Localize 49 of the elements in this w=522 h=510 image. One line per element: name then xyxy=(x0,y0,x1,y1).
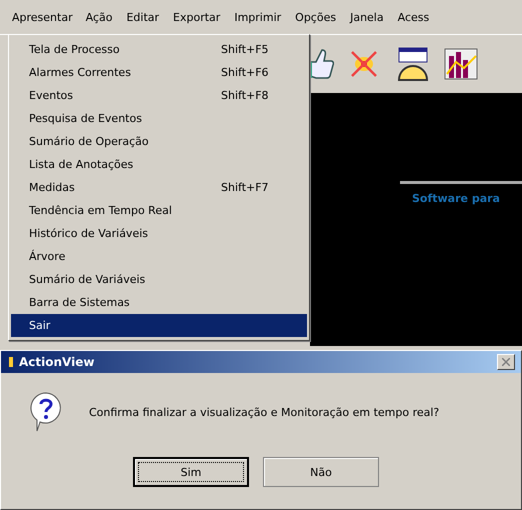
shortcut-text: Shift+F8 xyxy=(221,89,269,102)
menu-entry[interactable]: Tela de Processo Shift+F5 xyxy=(11,38,307,61)
menu-item[interactable]: Imprimir xyxy=(227,6,288,28)
entry-label: Sumário de Variáveis xyxy=(29,273,146,286)
menu-entry[interactable]: Barra de Sistemas xyxy=(11,291,307,314)
app-icon xyxy=(7,356,15,368)
entry-label: Histórico de Variáveis xyxy=(29,227,149,240)
menu-item[interactable]: Acess xyxy=(390,6,436,28)
subtitle: Software para xyxy=(412,192,501,205)
shortcut-text: Shift+F7 xyxy=(221,181,269,194)
shortcut-text: Shift+F5 xyxy=(221,43,269,56)
entry-label: Barra de Sistemas xyxy=(29,296,131,309)
entry-label: Tendência em Tempo Real xyxy=(29,204,173,217)
dialog-button[interactable]: Sim xyxy=(133,457,249,487)
entry-label: Sumário de Operação xyxy=(29,135,150,148)
menu-entry[interactable]: Alarmes Correntes Shift+F6 xyxy=(11,61,307,84)
entry-label: Lista de Anotações xyxy=(29,158,134,171)
menu-item[interactable]: Ação xyxy=(78,6,120,28)
menu-entry[interactable]: Pesquisa de Eventos xyxy=(11,107,307,130)
menu-item[interactable]: Editar xyxy=(119,6,166,28)
menu-entry[interactable]: Eventos Shift+F8 xyxy=(11,84,307,107)
entry-label: Alarmes Correntes xyxy=(29,66,132,79)
entry-label: Sair xyxy=(29,319,52,332)
entry-label: Pesquisa de Eventos xyxy=(29,112,143,125)
menu-entry[interactable]: Árvore xyxy=(11,245,307,268)
shortcut-text: Shift+F6 xyxy=(221,66,269,79)
menu-entry[interactable]: Sumário de Variáveis xyxy=(11,268,307,291)
entry-label: Árvore xyxy=(29,250,66,263)
menu-item[interactable]: Apresentar xyxy=(6,8,79,26)
menu-item[interactable]: Opções xyxy=(288,6,344,28)
window-title: ActionView xyxy=(19,355,96,369)
chart-icon[interactable] xyxy=(444,48,478,80)
menu-entry[interactable]: Lista de Anotações xyxy=(11,153,307,176)
entry-label: Medidas xyxy=(29,181,76,194)
menu-entry[interactable]: Tendência em Tempo Real xyxy=(11,199,307,222)
question-icon xyxy=(29,391,63,433)
menu-entry[interactable]: Histórico de Variáveis xyxy=(11,222,307,245)
dialog-button[interactable]: Não xyxy=(263,457,379,487)
message-text: Confirma finalizar a visualização e Monitoração em tempo real? xyxy=(89,406,440,418)
entry-label: Eventos xyxy=(29,89,74,102)
gauge-icon[interactable] xyxy=(396,47,430,81)
menu-entry[interactable]: Medidas Shift+F7 xyxy=(11,176,307,199)
close-button[interactable] xyxy=(497,354,515,370)
menu-entry[interactable]: Sair xyxy=(11,314,307,337)
menu-item[interactable]: Janela xyxy=(343,6,391,28)
menu-item[interactable]: Exportar xyxy=(166,6,228,28)
close-icon xyxy=(502,358,510,366)
entry-label: Tela de Processo xyxy=(29,43,121,56)
menu-entry[interactable]: Sumário de Operação xyxy=(11,130,307,153)
